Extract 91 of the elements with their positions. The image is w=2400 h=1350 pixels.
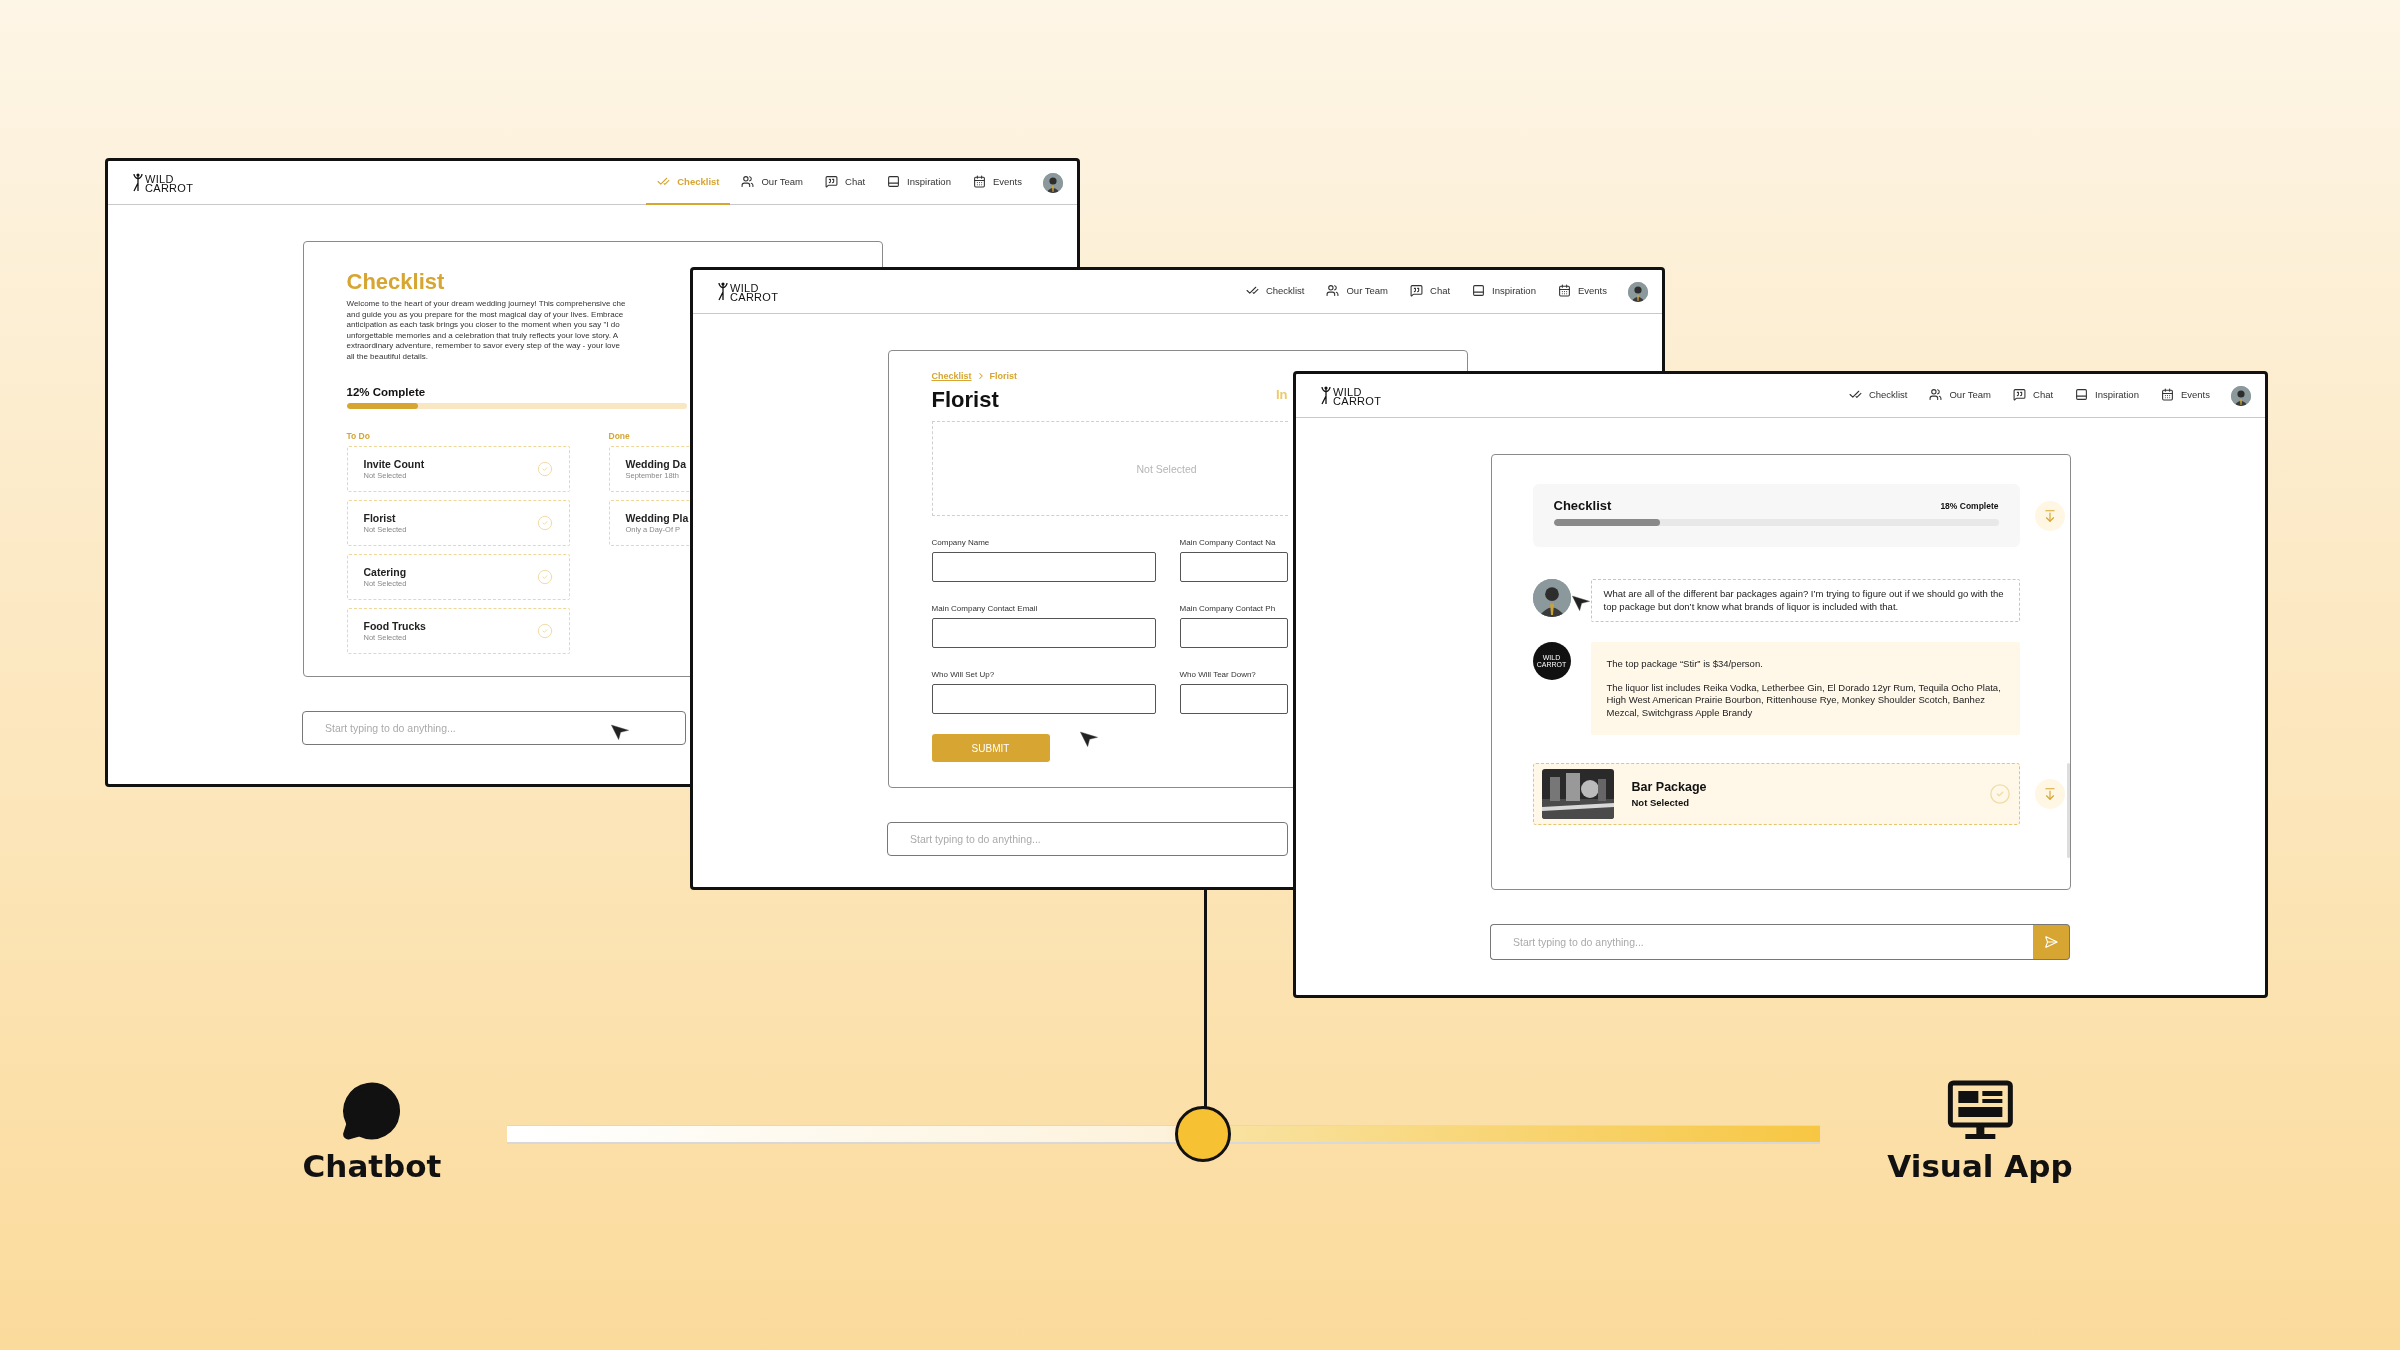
- double-check-icon: [1848, 388, 1862, 401]
- input-field[interactable]: [1179, 552, 1288, 582]
- column-title: Done: [608, 431, 631, 441]
- arrow-down-icon: [2042, 508, 2057, 523]
- logo-text: WILD CARROT: [730, 283, 779, 302]
- field-label: Company Name: [931, 538, 991, 547]
- logo-icon: [132, 172, 144, 193]
- nav-tab[interactable]: Checklist: [1837, 374, 1919, 418]
- progress-label: 12% Complete: [346, 386, 426, 398]
- progress-label: 18% Complete: [1940, 500, 1999, 511]
- scrollbar[interactable]: [2066, 763, 2070, 858]
- field-label: Who Will Tear Down?: [1179, 670, 1257, 679]
- people-icon: [1326, 284, 1340, 297]
- breadcrumb-current: Florist: [989, 371, 1018, 381]
- nav-tab[interactable]: Inspiration: [1461, 270, 1547, 314]
- task-name: Wedding Pla: [625, 512, 689, 524]
- avatar-icon: [1532, 579, 1571, 617]
- nav-tab[interactable]: Our Team: [1315, 270, 1400, 314]
- task-name: Invite Count: [363, 458, 425, 470]
- drop-zone-text: Not Selected: [1136, 462, 1197, 475]
- speech-bubble-icon: [341, 1080, 403, 1142]
- check-circle-icon: [536, 623, 553, 639]
- monitor-icon: [1947, 1080, 2013, 1142]
- people-icon: [1929, 388, 1943, 401]
- check-circle-icon: [536, 569, 553, 585]
- chat-icon: [2013, 388, 2027, 401]
- input-field[interactable]: [931, 618, 1156, 648]
- page-title: Checklist: [346, 269, 445, 295]
- mouse-pointer-icon: [610, 721, 630, 741]
- slider-label: Visual App: [1887, 1148, 2073, 1184]
- double-check-icon: [1245, 284, 1259, 297]
- nav-tab[interactable]: Checklist: [1234, 270, 1316, 314]
- field-label: Main Company Contact Ph: [1179, 604, 1277, 613]
- chat-icon: [825, 175, 839, 188]
- item-card[interactable]: Bar Package Not Selected: [1532, 763, 2020, 825]
- item-status: Not Selected: [1631, 797, 1691, 808]
- nav-tab[interactable]: Our Team: [730, 161, 815, 205]
- input-field[interactable]: [1179, 684, 1288, 714]
- nav-tab[interactable]: Chat: [814, 161, 877, 205]
- logo-icon: [1320, 385, 1332, 406]
- field-label: Main Company Contact Na: [1179, 538, 1277, 547]
- logo-text: WILD CARROT: [1333, 387, 1382, 406]
- input-field[interactable]: [931, 684, 1156, 714]
- chat-icon: [1410, 284, 1424, 297]
- check-circle-icon: [536, 515, 553, 531]
- double-check-icon: [657, 175, 671, 188]
- calendar-icon: [1557, 284, 1571, 297]
- task-name: Catering: [363, 566, 407, 578]
- field-label: Who Will Set Up?: [931, 670, 996, 679]
- people-icon: [741, 175, 755, 188]
- slider-label: Chatbot: [302, 1148, 442, 1184]
- chat-input[interactable]: Start typing to do anything...: [302, 711, 686, 745]
- task-name: Wedding Da: [625, 458, 686, 470]
- nav-tab[interactable]: Inspiration: [2064, 374, 2150, 418]
- calendar-icon: [2160, 388, 2174, 401]
- page-title: Florist: [931, 387, 999, 413]
- column-title: To Do: [346, 431, 371, 441]
- logo-text: WILD CARROT: [145, 174, 194, 193]
- nav-tab[interactable]: Chat: [1399, 270, 1462, 314]
- task-name: Florist: [363, 512, 397, 524]
- avatar-icon: [1043, 172, 1063, 193]
- arrow-down-icon: [2042, 787, 2057, 801]
- description-text: Welcome to the heart of your dream wedding journey! This comprehensive che and guide you as you prepare for the most magical day of your lives. Embrace anticipation as each task brings you closer to the moment when you say "I do unforgettable memories and a celebration that truly reflects your love story. A extraordinary adventure, remember to savor every step of the way - your love all the beautiful details.: [346, 299, 626, 362]
- nav-tab[interactable]: Events: [961, 161, 1033, 205]
- task-name: Food Trucks: [363, 620, 426, 632]
- message-text: What are all of the different bar packages again? I’m trying to figure out if we should go with the top package but don’t know what brands of liquor is included with that.: [1603, 588, 2005, 613]
- message-text: The top package “Stir” is $34/person.: [1606, 658, 1764, 671]
- nav-tab[interactable]: Inspiration: [876, 161, 962, 205]
- message-text: The liquor list includes Reika Vodka, Letherbee Gin, El Dorado 12yr Rum, Tequila Ocho Plata, High West American Prairie Bourbon, Rittenhouse Rye, Monkey Shoulder Scotch, Banhez Mezcal, Switchgrass Apple Brandy: [1606, 681, 2002, 719]
- item-title: Bar Package: [1631, 780, 1708, 794]
- header-title: Checklist: [1553, 498, 1612, 513]
- calendar-icon: [972, 175, 986, 188]
- logo-icon: [717, 281, 729, 302]
- panel-icon: [887, 175, 901, 188]
- nav-tab[interactable]: Our Team: [1918, 374, 2003, 418]
- avatar-icon: [2231, 385, 2251, 406]
- mouse-pointer-icon: [1079, 728, 1099, 748]
- status-text: In: [1275, 387, 1288, 402]
- nav-tab[interactable]: Events: [1546, 270, 1618, 314]
- mouse-pointer-icon: [1571, 592, 1591, 612]
- avatar-icon: [1628, 281, 1648, 302]
- field-label: Main Company Contact Email: [931, 604, 1039, 613]
- chat-input[interactable]: Start typing to do anything...: [887, 822, 1288, 856]
- panel-icon: [1472, 284, 1486, 297]
- input-field[interactable]: [1179, 618, 1288, 648]
- panel-icon: [2075, 388, 2089, 401]
- nav-tab[interactable]: Chat: [2002, 374, 2065, 418]
- check-circle-icon: [1988, 783, 2011, 805]
- input-field[interactable]: [931, 552, 1156, 582]
- check-circle-icon: [536, 461, 553, 477]
- nav-tab[interactable]: Events: [2149, 374, 2221, 418]
